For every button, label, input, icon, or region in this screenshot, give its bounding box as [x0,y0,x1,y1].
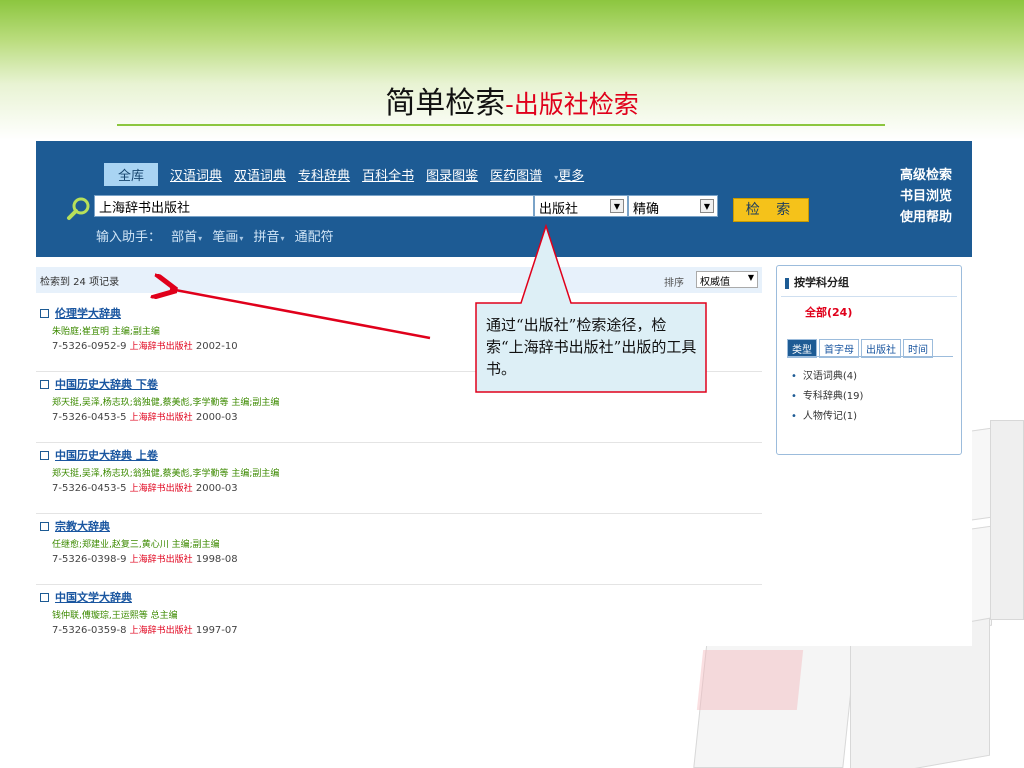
callout-text: 通过“出版社”检索途径，检索“上海辞书出版社”出版的工具书。 [486,316,697,378]
callout-annotation [0,223,707,393]
arrow-icon [170,289,431,340]
